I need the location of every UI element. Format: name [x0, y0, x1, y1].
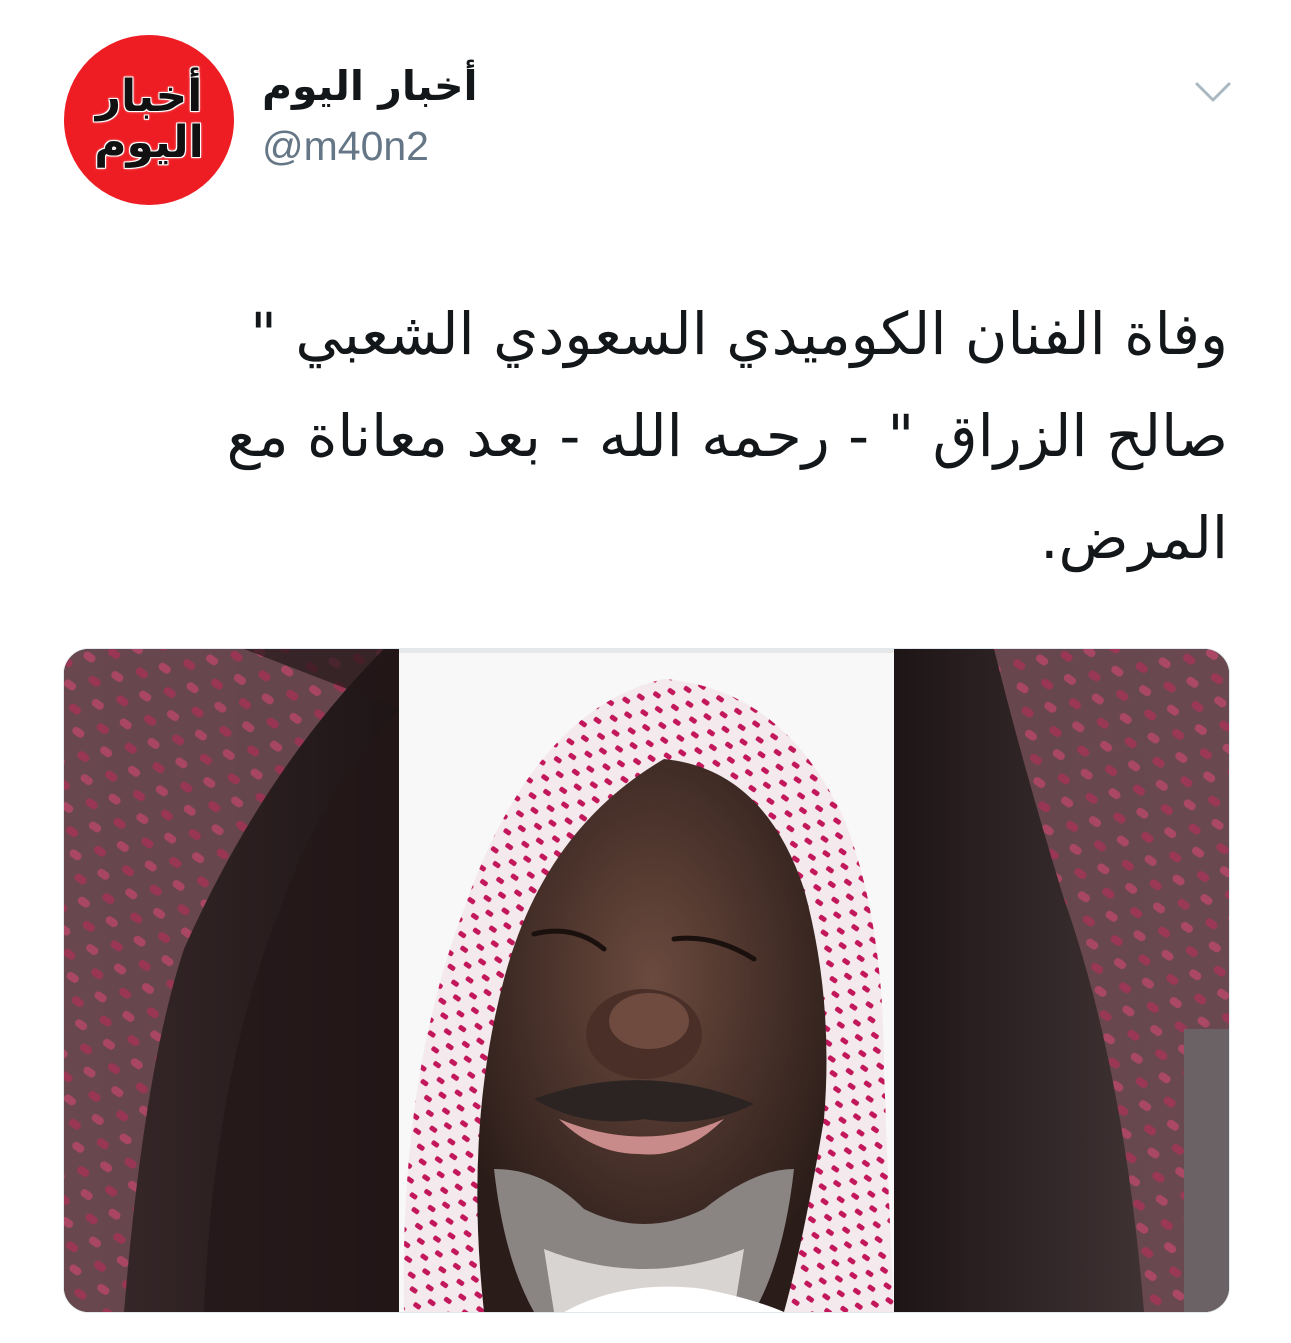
photo-portrait [64, 649, 1229, 1312]
tweet-text: وفاة الفنان الكوميدي السعودي الشعبي " صا… [226, 300, 1228, 572]
author-handle[interactable]: @m40n2 [262, 123, 429, 170]
avatar[interactable]: أخبار اليوم [64, 35, 234, 205]
chevron-down-icon[interactable] [1194, 78, 1232, 106]
author-display-name[interactable]: أخبار اليوم [262, 62, 478, 110]
avatar-text-line2: اليوم [94, 117, 204, 168]
tweet-media-photo[interactable] [63, 648, 1230, 1313]
avatar-text-line1: أخبار [95, 70, 203, 122]
